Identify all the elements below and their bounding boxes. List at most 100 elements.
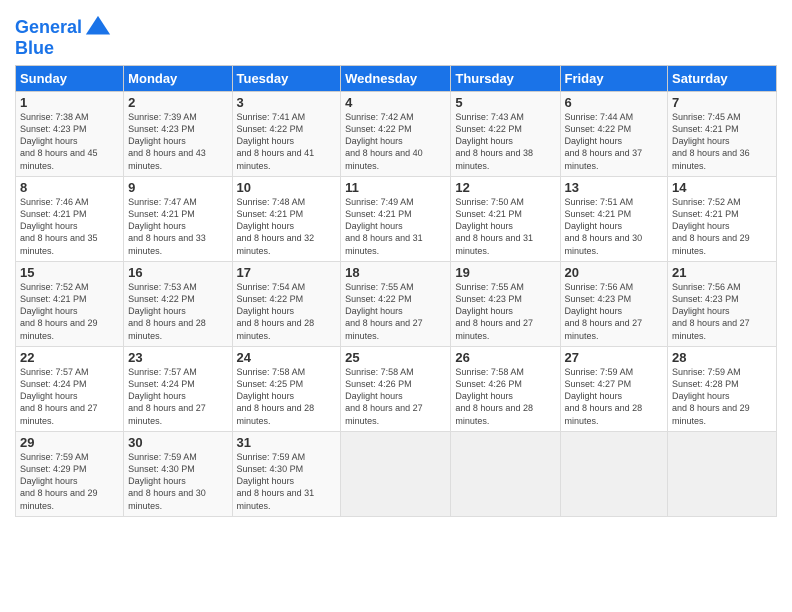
- calendar-cell: 10Sunrise: 7:48 AMSunset: 4:21 PMDayligh…: [232, 177, 341, 262]
- day-number: 26: [455, 350, 555, 365]
- day-number: 4: [345, 95, 446, 110]
- day-number: 5: [455, 95, 555, 110]
- calendar-cell: 8Sunrise: 7:46 AMSunset: 4:21 PMDaylight…: [16, 177, 124, 262]
- calendar-body: 1 Sunrise: 7:38 AMSunset: 4:23 PMDaylight…: [16, 92, 777, 517]
- day-number: 15: [20, 265, 119, 280]
- day-info: Sunrise: 7:52 AMSunset: 4:21 PMDaylight …: [672, 197, 750, 256]
- day-header-thursday: Thursday: [451, 66, 560, 92]
- day-header-friday: Friday: [560, 66, 668, 92]
- day-info: Sunrise: 7:38 AMSunset: 4:23 PMDaylight …: [20, 112, 98, 171]
- day-info: Sunrise: 7:58 AMSunset: 4:26 PMDaylight …: [345, 367, 423, 426]
- calendar-cell: 31Sunrise: 7:59 AMSunset: 4:30 PMDayligh…: [232, 432, 341, 517]
- day-info: Sunrise: 7:49 AMSunset: 4:21 PMDaylight …: [345, 197, 423, 256]
- calendar-cell: 24Sunrise: 7:58 AMSunset: 4:25 PMDayligh…: [232, 347, 341, 432]
- day-info: Sunrise: 7:57 AMSunset: 4:24 PMDaylight …: [128, 367, 206, 426]
- day-number: 7: [672, 95, 772, 110]
- day-header-saturday: Saturday: [668, 66, 777, 92]
- day-number: 11: [345, 180, 446, 195]
- day-info: Sunrise: 7:58 AMSunset: 4:26 PMDaylight …: [455, 367, 533, 426]
- day-info: Sunrise: 7:57 AMSunset: 4:24 PMDaylight …: [20, 367, 98, 426]
- day-number: 1: [20, 95, 119, 110]
- calendar-week-row: 29 Sunrise: 7:59 AMSunset: 4:29 PMDayligh…: [16, 432, 777, 517]
- day-header-monday: Monday: [124, 66, 232, 92]
- calendar-header-row: SundayMondayTuesdayWednesdayThursdayFrid…: [16, 66, 777, 92]
- calendar-cell: 2 Sunrise: 7:39 AMSunset: 4:23 PMDaylight…: [124, 92, 232, 177]
- day-number: 3: [237, 95, 337, 110]
- day-info: Sunrise: 7:47 AMSunset: 4:21 PMDaylight …: [128, 197, 206, 256]
- day-info: Sunrise: 7:39 AMSunset: 4:23 PMDaylight …: [128, 112, 206, 171]
- logo-icon: [84, 14, 112, 42]
- calendar-cell: [668, 432, 777, 517]
- day-number: 12: [455, 180, 555, 195]
- day-info: Sunrise: 7:51 AMSunset: 4:21 PMDaylight …: [565, 197, 643, 256]
- calendar-cell: 1 Sunrise: 7:38 AMSunset: 4:23 PMDaylight…: [16, 92, 124, 177]
- calendar-cell: 15Sunrise: 7:52 AMSunset: 4:21 PMDayligh…: [16, 262, 124, 347]
- day-number: 14: [672, 180, 772, 195]
- day-number: 9: [128, 180, 227, 195]
- day-info: Sunrise: 7:44 AMSunset: 4:22 PMDaylight …: [565, 112, 643, 171]
- calendar-cell: 25 Sunrise: 7:58 AMSunset: 4:26 PMDayligh…: [341, 347, 451, 432]
- day-number: 6: [565, 95, 664, 110]
- day-number: 21: [672, 265, 772, 280]
- calendar-week-row: 8Sunrise: 7:46 AMSunset: 4:21 PMDaylight…: [16, 177, 777, 262]
- day-number: 10: [237, 180, 337, 195]
- calendar-cell: 29 Sunrise: 7:59 AMSunset: 4:29 PMDayligh…: [16, 432, 124, 517]
- calendar-cell: [560, 432, 668, 517]
- day-number: 28: [672, 350, 772, 365]
- day-number: 20: [565, 265, 664, 280]
- calendar-cell: 3 Sunrise: 7:41 AMSunset: 4:22 PMDaylight…: [232, 92, 341, 177]
- calendar-cell: 11 Sunrise: 7:49 AMSunset: 4:21 PMDayligh…: [341, 177, 451, 262]
- calendar-cell: 6 Sunrise: 7:44 AMSunset: 4:22 PMDaylight…: [560, 92, 668, 177]
- day-number: 2: [128, 95, 227, 110]
- calendar-week-row: 15Sunrise: 7:52 AMSunset: 4:21 PMDayligh…: [16, 262, 777, 347]
- day-number: 16: [128, 265, 227, 280]
- day-number: 27: [565, 350, 664, 365]
- calendar-cell: [341, 432, 451, 517]
- day-info: Sunrise: 7:42 AMSunset: 4:22 PMDaylight …: [345, 112, 423, 171]
- calendar-cell: [451, 432, 560, 517]
- calendar-cell: 4 Sunrise: 7:42 AMSunset: 4:22 PMDaylight…: [341, 92, 451, 177]
- day-number: 8: [20, 180, 119, 195]
- calendar-cell: 28 Sunrise: 7:59 AMSunset: 4:28 PMDayligh…: [668, 347, 777, 432]
- calendar-cell: 17Sunrise: 7:54 AMSunset: 4:22 PMDayligh…: [232, 262, 341, 347]
- calendar-week-row: 22 Sunrise: 7:57 AMSunset: 4:24 PMDayligh…: [16, 347, 777, 432]
- day-header-sunday: Sunday: [16, 66, 124, 92]
- day-info: Sunrise: 7:55 AMSunset: 4:23 PMDaylight …: [455, 282, 533, 341]
- calendar-cell: 21 Sunrise: 7:56 AMSunset: 4:23 PMDayligh…: [668, 262, 777, 347]
- day-info: Sunrise: 7:41 AMSunset: 4:22 PMDaylight …: [237, 112, 315, 171]
- day-info: Sunrise: 7:50 AMSunset: 4:21 PMDaylight …: [455, 197, 533, 256]
- day-info: Sunrise: 7:56 AMSunset: 4:23 PMDaylight …: [672, 282, 750, 341]
- day-info: Sunrise: 7:55 AMSunset: 4:22 PMDaylight …: [345, 282, 423, 341]
- day-info: Sunrise: 7:43 AMSunset: 4:22 PMDaylight …: [455, 112, 533, 171]
- day-info: Sunrise: 7:59 AMSunset: 4:30 PMDaylight …: [237, 452, 315, 511]
- calendar-cell: 19Sunrise: 7:55 AMSunset: 4:23 PMDayligh…: [451, 262, 560, 347]
- calendar-cell: 13Sunrise: 7:51 AMSunset: 4:21 PMDayligh…: [560, 177, 668, 262]
- logo: General Blue: [15, 14, 112, 59]
- day-number: 25: [345, 350, 446, 365]
- calendar-week-row: 1 Sunrise: 7:38 AMSunset: 4:23 PMDaylight…: [16, 92, 777, 177]
- calendar-cell: 23 Sunrise: 7:57 AMSunset: 4:24 PMDayligh…: [124, 347, 232, 432]
- calendar-cell: 26 Sunrise: 7:58 AMSunset: 4:26 PMDayligh…: [451, 347, 560, 432]
- day-info: Sunrise: 7:53 AMSunset: 4:22 PMDaylight …: [128, 282, 206, 341]
- calendar-cell: 18Sunrise: 7:55 AMSunset: 4:22 PMDayligh…: [341, 262, 451, 347]
- day-number: 30: [128, 435, 227, 450]
- calendar-cell: 9 Sunrise: 7:47 AMSunset: 4:21 PMDaylight…: [124, 177, 232, 262]
- day-header-wednesday: Wednesday: [341, 66, 451, 92]
- calendar-cell: 30Sunrise: 7:59 AMSunset: 4:30 PMDayligh…: [124, 432, 232, 517]
- day-info: Sunrise: 7:45 AMSunset: 4:21 PMDaylight …: [672, 112, 750, 171]
- day-number: 22: [20, 350, 119, 365]
- calendar-cell: 22 Sunrise: 7:57 AMSunset: 4:24 PMDayligh…: [16, 347, 124, 432]
- calendar-cell: 5 Sunrise: 7:43 AMSunset: 4:22 PMDaylight…: [451, 92, 560, 177]
- calendar-cell: 16 Sunrise: 7:53 AMSunset: 4:22 PMDayligh…: [124, 262, 232, 347]
- calendar-cell: 27Sunrise: 7:59 AMSunset: 4:27 PMDayligh…: [560, 347, 668, 432]
- day-info: Sunrise: 7:59 AMSunset: 4:29 PMDaylight …: [20, 452, 98, 511]
- day-number: 23: [128, 350, 227, 365]
- day-info: Sunrise: 7:59 AMSunset: 4:28 PMDaylight …: [672, 367, 750, 426]
- day-header-tuesday: Tuesday: [232, 66, 341, 92]
- calendar-cell: 20 Sunrise: 7:56 AMSunset: 4:23 PMDayligh…: [560, 262, 668, 347]
- day-number: 29: [20, 435, 119, 450]
- day-number: 17: [237, 265, 337, 280]
- calendar-cell: 14 Sunrise: 7:52 AMSunset: 4:21 PMDayligh…: [668, 177, 777, 262]
- day-number: 24: [237, 350, 337, 365]
- day-info: Sunrise: 7:56 AMSunset: 4:23 PMDaylight …: [565, 282, 643, 341]
